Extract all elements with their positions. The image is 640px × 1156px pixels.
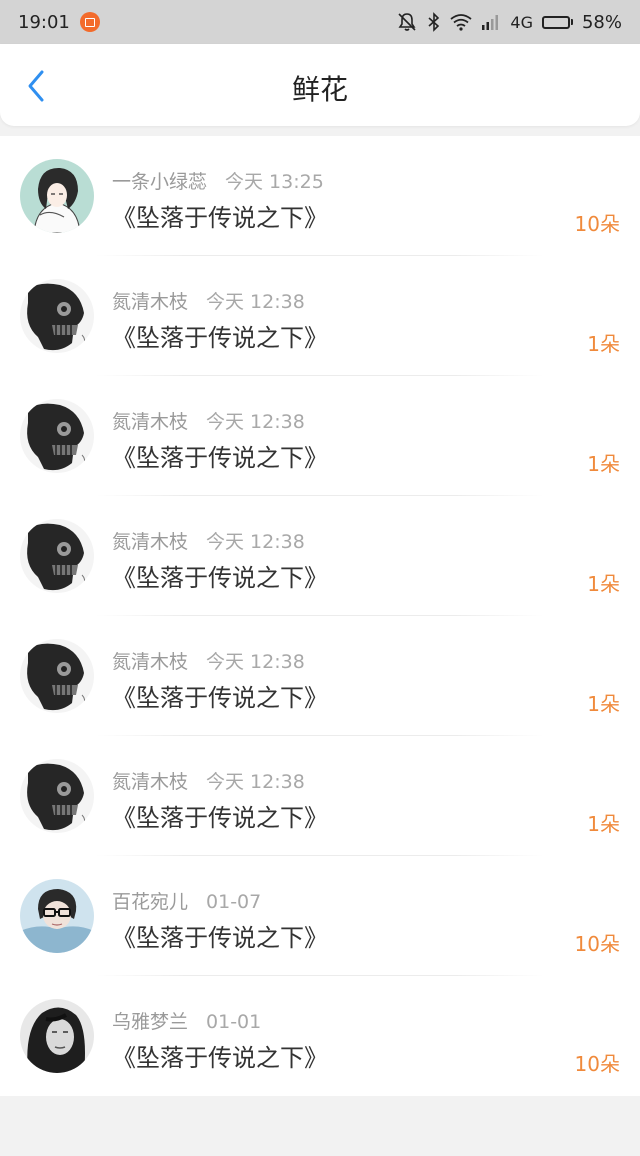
- dark-skull-avatar[interactable]: [20, 639, 94, 713]
- username: 乌雅梦兰: [112, 1011, 189, 1033]
- flower-count: 1朵: [587, 452, 620, 476]
- username: 氮清木枝: [112, 651, 189, 673]
- orange-app-notification-icon: [79, 12, 100, 32]
- wifi-icon: [450, 14, 472, 31]
- username: 氮清木枝: [112, 531, 189, 553]
- status-bar: 19:01 4G 58%: [0, 0, 640, 44]
- battery-icon: [541, 15, 573, 29]
- empty-area: [0, 1096, 640, 1156]
- book-title: 《坠落于传说之下》: [112, 804, 328, 832]
- book-title: 《坠落于传说之下》: [112, 444, 328, 472]
- username: 一条小绿蕊: [112, 171, 208, 193]
- list-item[interactable]: 氮清木枝 今天 12:38 《坠落于传说之下》 1朵: [0, 376, 640, 496]
- flower-count: 10朵: [574, 1052, 620, 1076]
- book-title: 《坠落于传说之下》: [112, 204, 328, 232]
- flower-count: 10朵: [574, 932, 620, 956]
- username: 氮清木枝: [112, 771, 189, 793]
- bw-woman-avatar[interactable]: [20, 999, 94, 1073]
- battery-percent: 58%: [581, 11, 622, 33]
- list-item[interactable]: 氮清木枝 今天 12:38 《坠落于传说之下》 1朵: [0, 736, 640, 856]
- list-item[interactable]: 氮清木枝 今天 12:38 《坠落于传说之下》 1朵: [0, 256, 640, 376]
- status-time: 19:01: [18, 11, 70, 33]
- dark-skull-avatar[interactable]: [20, 759, 94, 833]
- book-title: 《坠落于传说之下》: [112, 564, 328, 592]
- timestamp: 今天 12:38: [206, 411, 305, 433]
- list-item[interactable]: 氮清木枝 今天 12:38 《坠落于传说之下》 1朵: [0, 616, 640, 736]
- person-glasses-avatar[interactable]: [20, 879, 94, 953]
- flower-count: 1朵: [587, 572, 620, 596]
- flower-count: 10朵: [574, 212, 620, 236]
- page-title: 鲜花: [291, 73, 348, 106]
- header: 鲜花: [0, 44, 640, 126]
- username: 氮清木枝: [112, 291, 189, 313]
- timestamp: 今天 12:38: [206, 771, 305, 793]
- timestamp: 今天 12:38: [206, 291, 305, 313]
- list-item[interactable]: 乌雅梦兰 01-01 《坠落于传说之下》 10朵: [0, 976, 640, 1096]
- timestamp: 01-01: [206, 1011, 262, 1033]
- anime-girl-avatar[interactable]: [20, 159, 94, 233]
- book-title: 《坠落于传说之下》: [112, 684, 328, 712]
- flower-count: 1朵: [587, 812, 620, 836]
- username: 百花宛儿: [112, 891, 189, 913]
- bluetooth-icon: [428, 12, 440, 32]
- timestamp: 01-07: [206, 891, 262, 913]
- book-title: 《坠落于传说之下》: [112, 324, 328, 352]
- flower-count: 1朵: [587, 692, 620, 716]
- dark-skull-avatar[interactable]: [20, 519, 94, 593]
- book-title: 《坠落于传说之下》: [112, 924, 328, 952]
- mute-bell-icon: [398, 13, 416, 31]
- network-type: 4G: [510, 12, 533, 32]
- list-item[interactable]: 氮清木枝 今天 12:38 《坠落于传说之下》 1朵: [0, 496, 640, 616]
- dark-skull-avatar[interactable]: [20, 279, 94, 353]
- flower-count: 1朵: [587, 332, 620, 356]
- timestamp: 今天 13:25: [225, 171, 324, 193]
- username: 氮清木枝: [112, 411, 189, 433]
- book-title: 《坠落于传说之下》: [112, 1044, 328, 1072]
- list-item[interactable]: 百花宛儿 01-07 《坠落于传说之下》 10朵: [0, 856, 640, 976]
- timestamp: 今天 12:38: [206, 531, 305, 553]
- list-item[interactable]: 一条小绿蕊 今天 13:25 《坠落于传说之下》 10朵: [0, 136, 640, 256]
- signal-icon: [482, 15, 499, 30]
- timestamp: 今天 12:38: [206, 651, 305, 673]
- flower-list: 一条小绿蕊 今天 13:25 《坠落于传说之下》 10朵 氮清木枝 今天 12:38…: [0, 136, 640, 1096]
- dark-skull-avatar[interactable]: [20, 399, 94, 473]
